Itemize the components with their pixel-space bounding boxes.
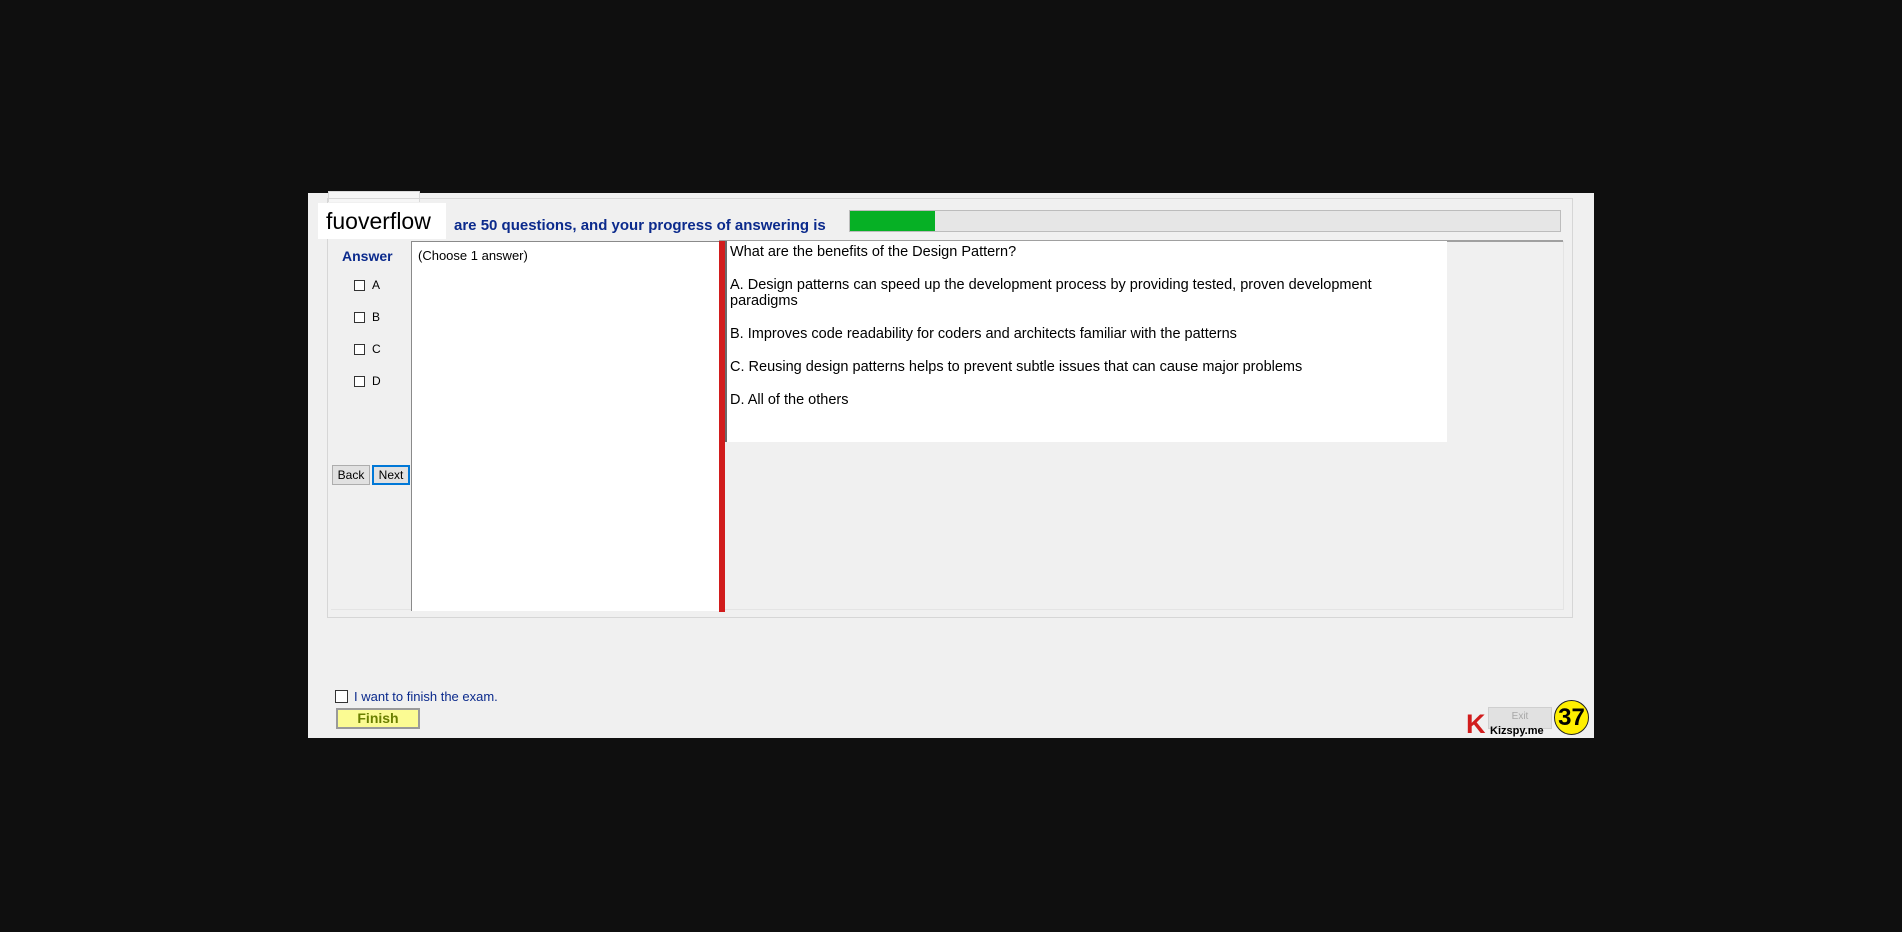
answer-title: Answer [342, 248, 393, 264]
answer-option-a[interactable]: A [354, 277, 380, 293]
option-label-c: C [372, 342, 381, 356]
answer-option-b[interactable]: B [354, 309, 380, 325]
kizspy-logo-text: Kizspy.me [1490, 725, 1544, 737]
progress-fill [850, 211, 936, 231]
question-box: What are the benefits of the Design Patt… [725, 241, 1447, 442]
progress-text: are 50 questions, and your progress of a… [454, 217, 826, 234]
choose-answer-box: (Choose 1 answer) [411, 241, 719, 611]
option-label-d: D [372, 374, 381, 388]
kizspy-logo-icon: K [1466, 709, 1486, 739]
progress-bar [849, 210, 1561, 232]
finish-button[interactable]: Finish [336, 708, 420, 729]
exam-window: fuoverflow are 50 questions, and your pr… [308, 191, 1594, 739]
question-prompt: What are the benefits of the Design Patt… [730, 244, 1017, 260]
answer-option-c[interactable]: C [354, 341, 381, 357]
back-button[interactable]: Back [332, 465, 370, 485]
answer-option-d[interactable]: D [354, 373, 381, 389]
finish-checkbox-label[interactable]: I want to finish the exam. [354, 689, 498, 704]
brand-watermark: fuoverflow [318, 203, 446, 239]
count-badge: 37 [1554, 700, 1589, 735]
choose-instruction: (Choose 1 answer) [418, 248, 528, 263]
question-choice-b: B. Improves code readability for coders … [730, 326, 1237, 342]
checkbox-c[interactable] [354, 343, 365, 355]
next-button[interactable]: Next [372, 465, 410, 485]
question-choice-c: C. Reusing design patterns helps to prev… [730, 359, 1303, 375]
checkbox-d[interactable] [354, 375, 365, 387]
option-label-b: B [372, 310, 381, 324]
checkbox-b[interactable] [354, 311, 365, 323]
question-choice-d: D. All of the others [730, 392, 849, 408]
question-choice-a: A. Design patterns can speed up the deve… [730, 277, 1372, 309]
finish-checkbox[interactable] [335, 690, 348, 703]
checkbox-a[interactable] [354, 279, 365, 291]
option-label-a: A [372, 278, 381, 292]
finish-confirm-row[interactable]: I want to finish the exam. [335, 689, 498, 704]
